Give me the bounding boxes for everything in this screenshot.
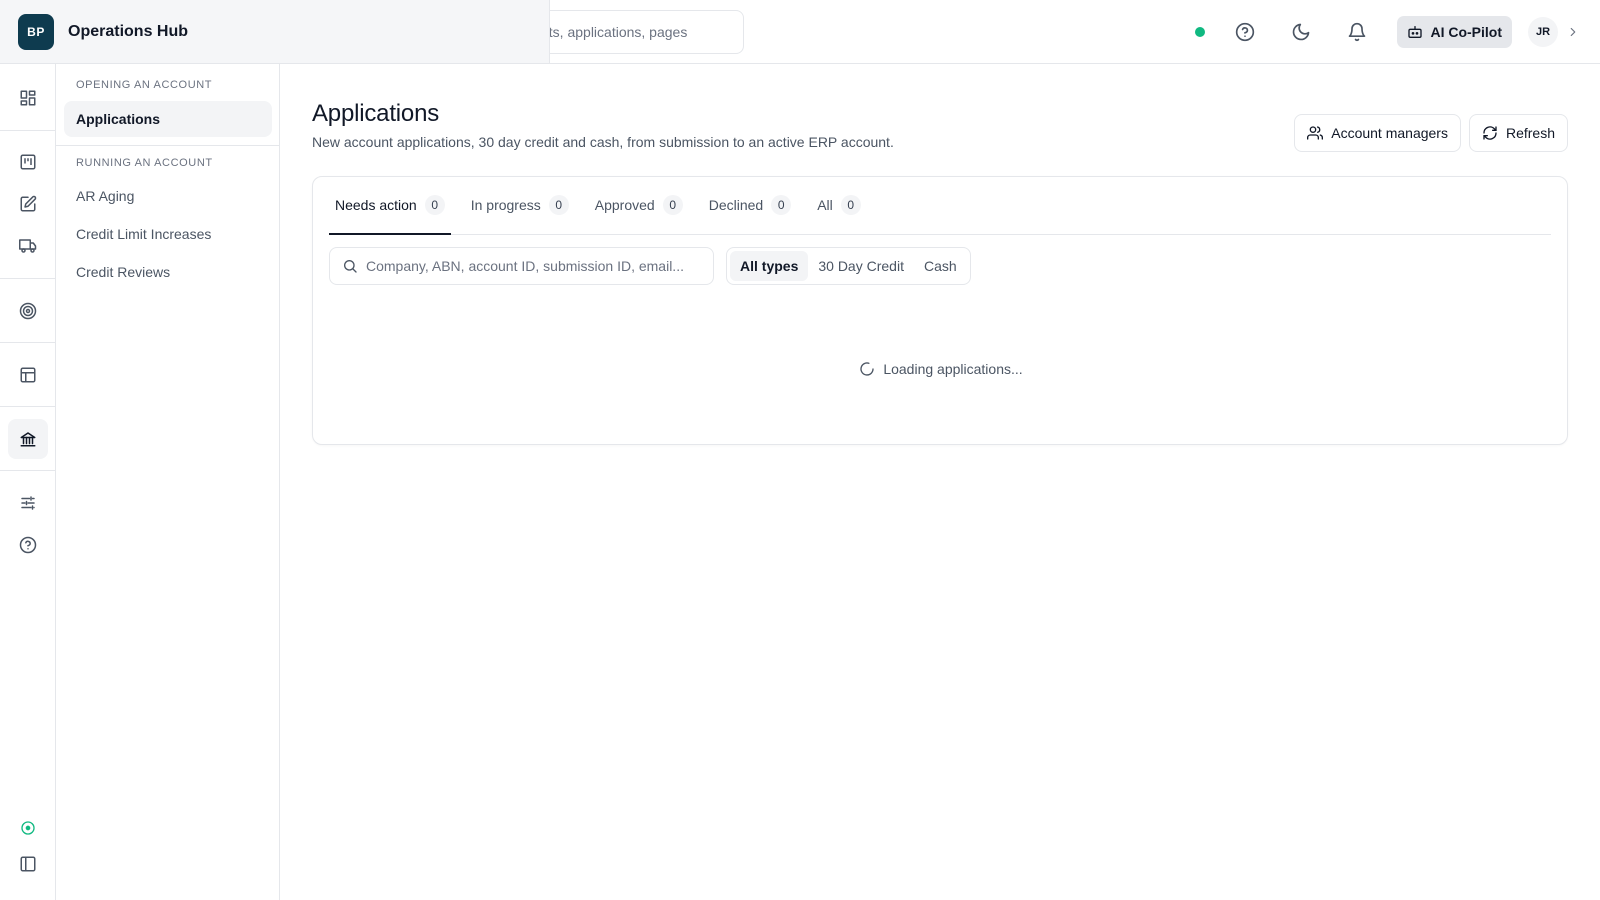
theme-toggle-button[interactable] bbox=[1285, 16, 1317, 48]
sidebar-toggle-icon bbox=[20, 856, 36, 872]
account-managers-label: Account managers bbox=[1331, 125, 1448, 141]
bank-icon bbox=[20, 432, 36, 447]
status-tabs: Needs action 0 In progress 0 Approved 0 … bbox=[329, 177, 1551, 235]
tab-all[interactable]: All 0 bbox=[811, 176, 867, 234]
kanban-icon bbox=[20, 154, 36, 170]
applications-card: Needs action 0 In progress 0 Approved 0 … bbox=[312, 176, 1568, 445]
rail-status[interactable] bbox=[8, 808, 48, 848]
tab-declined[interactable]: Declined 0 bbox=[703, 176, 797, 234]
table-icon bbox=[20, 367, 36, 383]
sidebar-item-label: Credit Reviews bbox=[76, 264, 171, 280]
rail-dashboard[interactable] bbox=[8, 78, 48, 118]
bot-icon bbox=[1408, 26, 1423, 38]
tab-label: Needs action bbox=[335, 197, 417, 213]
top-bar: BP Operations Hub nts, applications, pag… bbox=[0, 0, 1600, 64]
tab-in-progress[interactable]: In progress 0 bbox=[465, 176, 575, 234]
rail-logistics[interactable] bbox=[8, 226, 48, 266]
tab-label: In progress bbox=[470, 197, 541, 213]
chevron-right-icon bbox=[1570, 27, 1576, 37]
rail-divider bbox=[0, 470, 56, 471]
count-badge: 0 bbox=[771, 195, 792, 215]
ai-copilot-button[interactable]: AI Co-Pilot bbox=[1397, 16, 1512, 48]
count-badge: 0 bbox=[840, 195, 861, 215]
bell-icon bbox=[1349, 22, 1366, 42]
sidebar-item-label: AR Aging bbox=[76, 188, 135, 204]
rail-collapse-sidebar[interactable] bbox=[8, 844, 48, 884]
user-avatar[interactable]: JR bbox=[1528, 17, 1558, 47]
tab-needs-action[interactable]: Needs action 0 bbox=[329, 176, 451, 235]
target-icon bbox=[19, 302, 37, 320]
refresh-button[interactable]: Refresh bbox=[1468, 114, 1568, 152]
icon-rail bbox=[0, 64, 56, 900]
filter-row: All types 30 Day Credit Cash bbox=[329, 247, 971, 285]
rail-settings[interactable] bbox=[8, 483, 48, 523]
spinner-icon bbox=[860, 362, 874, 376]
moon-icon bbox=[1293, 23, 1310, 41]
users-icon bbox=[1307, 126, 1324, 140]
applications-search bbox=[329, 247, 714, 285]
search-icon bbox=[344, 260, 357, 273]
help-icon bbox=[19, 536, 37, 554]
section-heading-opening: OPENING AN ACCOUNT bbox=[76, 79, 213, 91]
type-filter-cash[interactable]: Cash bbox=[914, 251, 967, 281]
rail-divider bbox=[0, 342, 56, 343]
loading-text: Loading applications... bbox=[883, 361, 1023, 377]
status-circle-icon bbox=[21, 821, 35, 835]
sidebar-item-label: Applications bbox=[76, 111, 161, 127]
sidebar-item-label: Credit Limit Increases bbox=[76, 226, 212, 242]
rail-kanban[interactable] bbox=[8, 142, 48, 182]
rail-divider bbox=[0, 278, 56, 279]
tab-label: Declined bbox=[708, 197, 764, 213]
brand-title: Operations Hub bbox=[68, 22, 189, 40]
rail-documents[interactable] bbox=[8, 184, 48, 224]
type-filter: All types 30 Day Credit Cash bbox=[726, 247, 971, 285]
section-heading-running: RUNNING AN ACCOUNT bbox=[76, 157, 213, 169]
refresh-label: Refresh bbox=[1505, 125, 1555, 141]
sidebar-item-credit-reviews[interactable]: Credit Reviews bbox=[64, 254, 272, 290]
refresh-icon bbox=[1483, 126, 1497, 140]
tab-label: Approved bbox=[594, 197, 655, 213]
rail-divider bbox=[0, 130, 56, 131]
rail-divider bbox=[0, 406, 56, 407]
rail-targets[interactable] bbox=[8, 291, 48, 331]
top-right-actions: AI Co-Pilot JR bbox=[1195, 0, 1580, 64]
sliders-icon bbox=[21, 496, 35, 510]
notifications-button[interactable] bbox=[1341, 16, 1373, 48]
loading-state: Loading applications... bbox=[313, 361, 1569, 377]
page-subtitle: New account applications, 30 day credit … bbox=[312, 134, 894, 150]
tab-approved[interactable]: Approved 0 bbox=[589, 176, 689, 234]
type-filter-all-types[interactable]: All types bbox=[730, 251, 809, 281]
sidebar-item-applications[interactable]: Applications bbox=[64, 101, 272, 137]
sidebar-divider bbox=[56, 145, 280, 146]
rail-table[interactable] bbox=[8, 355, 48, 395]
sidebar-item-ar-aging[interactable]: AR Aging bbox=[64, 178, 272, 214]
count-badge: 0 bbox=[424, 195, 445, 215]
edit-document-icon bbox=[20, 195, 37, 212]
count-badge: 0 bbox=[662, 195, 683, 215]
global-search-placeholder: nts, applications, pages bbox=[541, 24, 688, 40]
ai-copilot-label: AI Co-Pilot bbox=[1430, 24, 1502, 40]
tab-label: All bbox=[817, 197, 833, 213]
status-indicator bbox=[1195, 27, 1206, 37]
truck-icon bbox=[19, 239, 37, 253]
applications-search-input[interactable] bbox=[366, 258, 696, 274]
dashboard-icon bbox=[20, 90, 36, 106]
sidebar-item-credit-limit-increases[interactable]: Credit Limit Increases bbox=[64, 216, 272, 252]
page-title: Applications bbox=[312, 100, 440, 127]
user-menu-toggle[interactable] bbox=[1566, 25, 1580, 39]
help-button[interactable] bbox=[1229, 16, 1261, 48]
help-circle-icon bbox=[1236, 22, 1255, 42]
brand-logo[interactable]: BP bbox=[18, 13, 54, 50]
rail-bank[interactable] bbox=[8, 419, 48, 459]
account-managers-button[interactable]: Account managers bbox=[1294, 114, 1461, 152]
secondary-sidebar: OPENING AN ACCOUNT Applications RUNNING … bbox=[56, 64, 280, 900]
header-actions: Account managers Refresh bbox=[1286, 114, 1568, 152]
rail-help[interactable] bbox=[8, 525, 48, 565]
type-filter-30-day-credit[interactable]: 30 Day Credit bbox=[808, 251, 914, 281]
brand-panel: BP Operations Hub bbox=[0, 0, 550, 64]
count-badge: 0 bbox=[548, 195, 569, 215]
